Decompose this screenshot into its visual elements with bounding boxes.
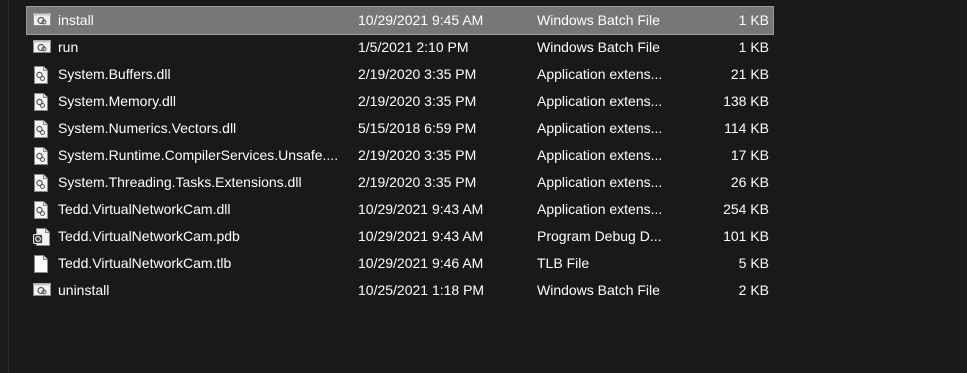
dll-file-icon bbox=[33, 88, 51, 115]
file-row[interactable]: System.Numerics.Vectors.dll 5/15/2018 6:5… bbox=[27, 115, 773, 142]
file-name: System.Buffers.dll bbox=[58, 66, 171, 82]
file-type: Application extens... bbox=[537, 93, 663, 109]
file-type: Windows Batch File bbox=[537, 282, 660, 298]
file-name: Tedd.VirtualNetworkCam.dll bbox=[58, 201, 231, 217]
file-date-modified: 10/25/2021 1:18 PM bbox=[358, 282, 485, 298]
file-type: Application extens... bbox=[537, 147, 663, 163]
file-row[interactable]: run 1/5/2021 2:10 PM Windows Batch File 1 K… bbox=[27, 34, 773, 61]
file-date-modified: 10/29/2021 9:43 AM bbox=[358, 201, 484, 217]
file-name: System.Numerics.Vectors.dll bbox=[58, 120, 237, 136]
dll-file-icon bbox=[33, 142, 51, 169]
file-name: Tedd.VirtualNetworkCam.pdb bbox=[58, 228, 240, 244]
file-type: Application extens... bbox=[537, 120, 663, 136]
file-type: Program Debug D... bbox=[537, 228, 662, 244]
file-name: System.Runtime.CompilerServices.Unsafe..… bbox=[58, 147, 339, 163]
file-name: System.Threading.Tasks.Extensions.dll bbox=[58, 174, 302, 190]
file-size: 2 KB bbox=[738, 282, 769, 298]
file-row[interactable]: System.Runtime.CompilerServices.Unsafe..… bbox=[27, 142, 773, 169]
file-name: uninstall bbox=[58, 282, 110, 298]
dll-file-icon bbox=[33, 61, 51, 88]
batch-file-icon bbox=[33, 277, 51, 304]
file-date-modified: 1/5/2021 2:10 PM bbox=[358, 39, 469, 55]
file-size: 254 KB bbox=[723, 201, 769, 217]
file-size: 138 KB bbox=[723, 93, 769, 109]
file-row[interactable]: install 10/29/2021 9:45 AM Windows Batch F… bbox=[26, 6, 774, 35]
file-type: Application extens... bbox=[537, 201, 663, 217]
navigation-pane-edge bbox=[0, 0, 9, 373]
dll-file-icon bbox=[33, 169, 51, 196]
file-type: Application extens... bbox=[537, 66, 663, 82]
file-size: 101 KB bbox=[723, 228, 769, 244]
file-date-modified: 2/19/2020 3:35 PM bbox=[358, 174, 477, 190]
file-name: install bbox=[58, 12, 94, 28]
file-row[interactable]: Tedd.VirtualNetworkCam.pdb 10/29/2021 9:4… bbox=[27, 223, 773, 250]
file-type: Application extens... bbox=[537, 174, 663, 190]
file-type: Windows Batch File bbox=[537, 12, 660, 28]
file-type: TLB File bbox=[537, 255, 590, 271]
file-row[interactable]: uninstall 10/25/2021 1:18 PM Windows Batch… bbox=[27, 277, 773, 304]
file-row[interactable]: System.Buffers.dll 2/19/2020 3:35 PM Appli… bbox=[27, 61, 773, 88]
dll-file-icon bbox=[33, 196, 51, 223]
file-size: 26 KB bbox=[730, 174, 769, 190]
file-list: install 10/29/2021 9:45 AM Windows Batch F… bbox=[26, 6, 774, 304]
file-date-modified: 2/19/2020 3:35 PM bbox=[358, 147, 477, 163]
file-date-modified: 2/19/2020 3:35 PM bbox=[358, 66, 477, 82]
file-size: 5 KB bbox=[738, 255, 769, 271]
file-row[interactable]: Tedd.VirtualNetworkCam.tlb 10/29/2021 9:4… bbox=[27, 250, 773, 277]
file-name: System.Memory.dll bbox=[58, 93, 176, 109]
batch-file-icon bbox=[33, 34, 51, 61]
batch-file-icon bbox=[33, 7, 51, 34]
dll-file-icon bbox=[33, 115, 51, 142]
file-date-modified: 5/15/2018 6:59 PM bbox=[358, 120, 477, 136]
file-row[interactable]: System.Memory.dll 2/19/2020 3:35 PM Applic… bbox=[27, 88, 773, 115]
file-name: Tedd.VirtualNetworkCam.tlb bbox=[58, 255, 232, 271]
file-row[interactable]: System.Threading.Tasks.Extensions.dll 2/1… bbox=[27, 169, 773, 196]
file-size: 21 KB bbox=[730, 66, 769, 82]
file-row[interactable]: Tedd.VirtualNetworkCam.dll 10/29/2021 9:4… bbox=[27, 196, 773, 223]
file-type: Windows Batch File bbox=[537, 39, 660, 55]
pdb-file-icon bbox=[33, 223, 51, 250]
file-date-modified: 10/29/2021 9:45 AM bbox=[358, 12, 484, 28]
file-size: 17 KB bbox=[730, 147, 769, 163]
file-size: 1 KB bbox=[738, 39, 769, 55]
file-date-modified: 10/29/2021 9:43 AM bbox=[358, 228, 484, 244]
file-name: run bbox=[58, 39, 79, 55]
generic-file-icon bbox=[33, 250, 51, 277]
file-size: 114 KB bbox=[724, 120, 769, 136]
file-date-modified: 10/29/2021 9:46 AM bbox=[358, 255, 484, 271]
file-size: 1 KB bbox=[738, 12, 769, 28]
file-date-modified: 2/19/2020 3:35 PM bbox=[358, 93, 477, 109]
